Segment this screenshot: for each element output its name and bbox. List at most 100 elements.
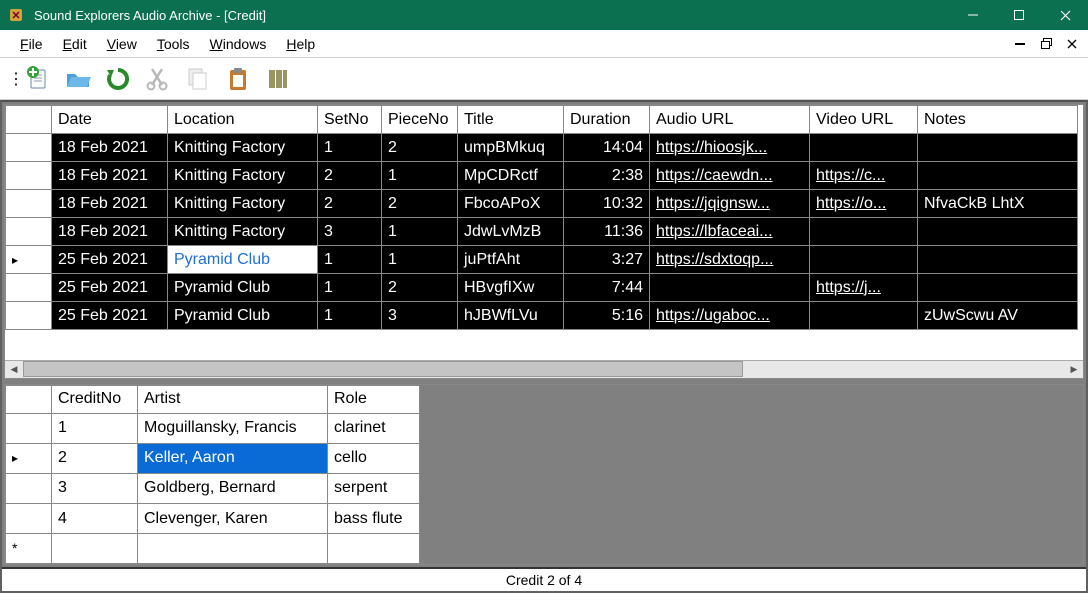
table-row[interactable]: 3Goldberg, Bernardserpent — [6, 473, 420, 503]
cell[interactable]: JdwLvMzB — [458, 218, 564, 246]
table-row[interactable]: 18 Feb 2021Knitting Factory12umpBMkuq14:… — [6, 134, 1078, 162]
cell[interactable]: umpBMkuq — [458, 134, 564, 162]
cell[interactable]: 18 Feb 2021 — [52, 190, 168, 218]
cell[interactable]: bass flute — [328, 503, 420, 533]
cell[interactable]: 14:04 — [564, 134, 650, 162]
cell[interactable]: 1 — [382, 246, 458, 274]
cell[interactable]: 3:27 — [564, 246, 650, 274]
cell[interactable] — [918, 218, 1078, 246]
table-row[interactable]: 2Keller, Aaroncello — [6, 443, 420, 473]
cell[interactable]: Goldberg, Bernard — [138, 473, 328, 503]
cell[interactable]: 2 — [382, 134, 458, 162]
mdi-minimize-button[interactable] — [1010, 35, 1030, 53]
cell[interactable]: 18 Feb 2021 — [52, 218, 168, 246]
cell[interactable] — [918, 246, 1078, 274]
cell[interactable]: https://sdxtoqp... — [650, 246, 810, 274]
table-row[interactable]: 25 Feb 2021Pyramid Club11juPtfAht3:27htt… — [6, 246, 1078, 274]
row-header[interactable] — [6, 246, 52, 274]
cell[interactable]: https://hioosjk... — [650, 134, 810, 162]
cell[interactable]: serpent — [328, 473, 420, 503]
cell[interactable]: 3 — [318, 218, 382, 246]
col-artist[interactable]: Artist — [138, 385, 328, 413]
copy-button[interactable] — [180, 62, 216, 96]
cell[interactable] — [328, 534, 420, 564]
cell[interactable]: Knitting Factory — [168, 218, 318, 246]
cell[interactable]: 18 Feb 2021 — [52, 162, 168, 190]
row-header-corner[interactable] — [6, 385, 52, 413]
cell[interactable]: 1 — [318, 274, 382, 302]
menu-windows[interactable]: Windows — [200, 32, 277, 56]
open-button[interactable] — [60, 62, 96, 96]
cell[interactable]: 10:32 — [564, 190, 650, 218]
cell[interactable]: MpCDRctf — [458, 162, 564, 190]
table-row[interactable]: 18 Feb 2021Knitting Factory31JdwLvMzB11:… — [6, 218, 1078, 246]
table-row[interactable]: 1Moguillansky, Francisclarinet — [6, 413, 420, 443]
row-header[interactable] — [6, 534, 52, 564]
cell[interactable] — [810, 302, 918, 330]
maximize-button[interactable] — [996, 0, 1042, 30]
cell[interactable] — [810, 218, 918, 246]
row-header[interactable] — [6, 473, 52, 503]
cell[interactable]: https://jqignsw... — [650, 190, 810, 218]
refresh-button[interactable] — [100, 62, 136, 96]
cell[interactable]: 7:44 — [564, 274, 650, 302]
new-row[interactable] — [6, 534, 420, 564]
col-pieceno[interactable]: PieceNo — [382, 106, 458, 134]
cell[interactable]: Keller, Aaron — [138, 443, 328, 473]
cell[interactable]: 5:16 — [564, 302, 650, 330]
table-row[interactable]: 18 Feb 2021Knitting Factory22FbcoAPoX10:… — [6, 190, 1078, 218]
col-video-url[interactable]: Video URL — [810, 106, 918, 134]
cell[interactable]: https://j... — [810, 274, 918, 302]
scroll-left-icon[interactable]: ◀ — [5, 361, 23, 377]
row-header[interactable] — [6, 443, 52, 473]
cell[interactable]: Pyramid Club — [168, 274, 318, 302]
scroll-thumb[interactable] — [23, 361, 743, 377]
col-date[interactable]: Date — [52, 106, 168, 134]
close-button[interactable] — [1042, 0, 1088, 30]
cell[interactable]: Knitting Factory — [168, 190, 318, 218]
cell[interactable] — [138, 534, 328, 564]
cell[interactable]: clarinet — [328, 413, 420, 443]
cell[interactable]: 2 — [382, 190, 458, 218]
minimize-button[interactable] — [950, 0, 996, 30]
row-header[interactable] — [6, 413, 52, 443]
cell[interactable] — [918, 134, 1078, 162]
cell[interactable] — [52, 534, 138, 564]
cell[interactable]: 25 Feb 2021 — [52, 274, 168, 302]
col-setno[interactable]: SetNo — [318, 106, 382, 134]
paste-button[interactable] — [220, 62, 256, 96]
cell[interactable]: 1 — [382, 162, 458, 190]
row-header[interactable] — [6, 218, 52, 246]
col-creditno[interactable]: CreditNo — [52, 385, 138, 413]
table-row[interactable]: 4Clevenger, Karenbass flute — [6, 503, 420, 533]
cut-button[interactable] — [140, 62, 176, 96]
cell[interactable]: Knitting Factory — [168, 134, 318, 162]
row-header[interactable] — [6, 190, 52, 218]
cell[interactable]: https://lbfaceai... — [650, 218, 810, 246]
col-audio-url[interactable]: Audio URL — [650, 106, 810, 134]
menu-file[interactable]: File — [10, 32, 53, 56]
row-header[interactable] — [6, 302, 52, 330]
pieces-grid[interactable]: Date Location SetNo PieceNo Title Durati… — [5, 105, 1083, 360]
new-button[interactable] — [20, 62, 56, 96]
table-row[interactable]: 25 Feb 2021Pyramid Club13hJBWfLVu5:16htt… — [6, 302, 1078, 330]
columns-button[interactable] — [260, 62, 296, 96]
col-title[interactable]: Title — [458, 106, 564, 134]
mdi-close-button[interactable] — [1062, 35, 1082, 53]
cell[interactable]: 1 — [382, 218, 458, 246]
cell[interactable]: https://caewdn... — [650, 162, 810, 190]
col-notes[interactable]: Notes — [918, 106, 1078, 134]
scroll-track[interactable] — [23, 361, 1065, 377]
row-header[interactable] — [6, 274, 52, 302]
table-row[interactable]: 18 Feb 2021Knitting Factory21MpCDRctf2:3… — [6, 162, 1078, 190]
cell[interactable]: 25 Feb 2021 — [52, 246, 168, 274]
menu-tools[interactable]: Tools — [147, 32, 200, 56]
cell[interactable]: HBvgfIXw — [458, 274, 564, 302]
cell[interactable]: https://c... — [810, 162, 918, 190]
col-location[interactable]: Location — [168, 106, 318, 134]
cell[interactable]: Moguillansky, Francis — [138, 413, 328, 443]
cell[interactable] — [918, 162, 1078, 190]
col-role[interactable]: Role — [328, 385, 420, 413]
cell[interactable]: 2 — [52, 443, 138, 473]
mdi-restore-button[interactable] — [1036, 35, 1056, 53]
